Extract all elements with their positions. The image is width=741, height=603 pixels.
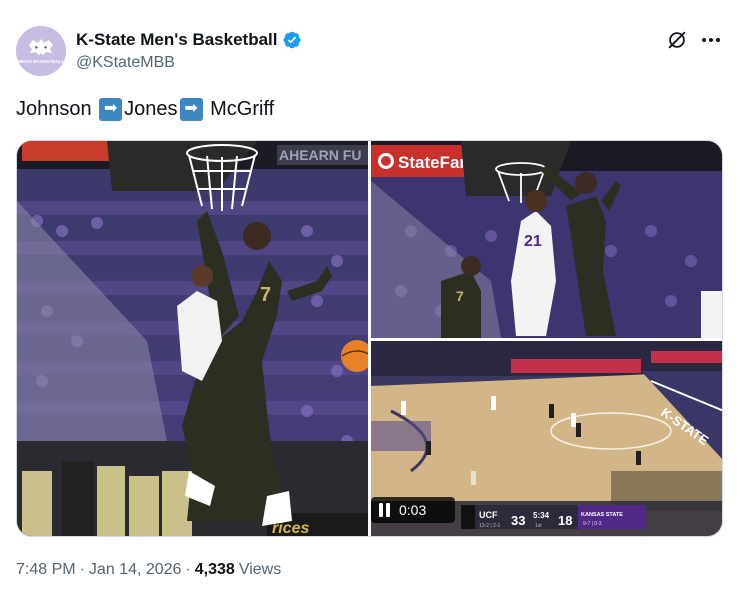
svg-text:21: 21 (524, 233, 542, 250)
avatar-text: MEN'S BASKETBALL (18, 59, 65, 64)
game-clock: 5:34 (533, 511, 550, 520)
post-date[interactable]: Jan 14, 2026 (89, 561, 182, 579)
right-arrow-emoji-icon: ➡ (179, 97, 203, 121)
media-grid: AHEARN FU rices 7 StateFarm 21 7 K-STATE… (16, 140, 723, 537)
tweet-text: Johnson ➡ Jones ➡ McGriff (16, 96, 274, 122)
arrow-glyph: ➡ (103, 100, 118, 117)
photo-left[interactable]: AHEARN FU rices 7 (17, 141, 368, 536)
arena-sign-text: AHEARN FU (279, 147, 361, 163)
verified-badge-icon (282, 30, 302, 50)
right-arrow-emoji-icon: ➡ (99, 97, 123, 121)
video-playback-badge[interactable]: 0:03 (371, 497, 455, 523)
photo-left-scene: AHEARN FU rices 7 (17, 141, 368, 536)
name-block: K-State Men's Basketball @KStateMBB (76, 29, 302, 72)
arrow-glyph: ➡ (184, 100, 198, 117)
grok-button[interactable] (665, 28, 689, 52)
tweet-text-part-3: McGriff (204, 98, 275, 120)
meta-separator: · (185, 561, 191, 578)
photo-top-right[interactable]: StateFarm 21 7 (371, 141, 722, 338)
user-handle[interactable]: @KStateMBB (76, 54, 302, 72)
tweet-text-part-1: Johnson (16, 98, 98, 120)
photo-top-right-scene: StateFarm 21 7 (371, 141, 722, 338)
grok-icon (668, 31, 686, 49)
score-team2: KANSAS STATE (581, 512, 623, 518)
score-team1: UCF (479, 510, 498, 520)
display-name-row: K-State Men's Basketball (76, 29, 302, 51)
score-2: 18 (558, 513, 572, 528)
tweet-header: MEN'S BASKETBALL K-State Men's Basketbal… (16, 26, 725, 78)
tweet-meta: 7:48 PM · Jan 14, 2026 · 4,338 Views (16, 561, 281, 579)
more-icon (702, 38, 720, 42)
more-button[interactable] (699, 28, 723, 52)
post-time[interactable]: 7:48 PM (16, 561, 76, 579)
views-label: Views (238, 561, 282, 578)
kstate-wildcat-logo: MEN'S BASKETBALL (16, 26, 66, 76)
display-name[interactable]: K-State Men's Basketball (76, 30, 278, 50)
score-team2-record: 9-7 | 0-3 (583, 521, 602, 527)
pause-icon[interactable] (379, 503, 391, 517)
game-period: 1st (535, 523, 542, 529)
video-time: 0:03 (399, 502, 427, 518)
svg-text:7: 7 (260, 284, 271, 306)
views-count: 4,338 (194, 561, 235, 578)
tweet-text-part-2: Jones (124, 98, 178, 120)
svg-text:7: 7 (456, 288, 464, 304)
score-team1-record: 13-2 | 2-1 (479, 523, 501, 529)
avatar[interactable]: MEN'S BASKETBALL (16, 26, 66, 76)
meta-separator: · (79, 561, 85, 578)
score-1: 33 (511, 513, 525, 528)
